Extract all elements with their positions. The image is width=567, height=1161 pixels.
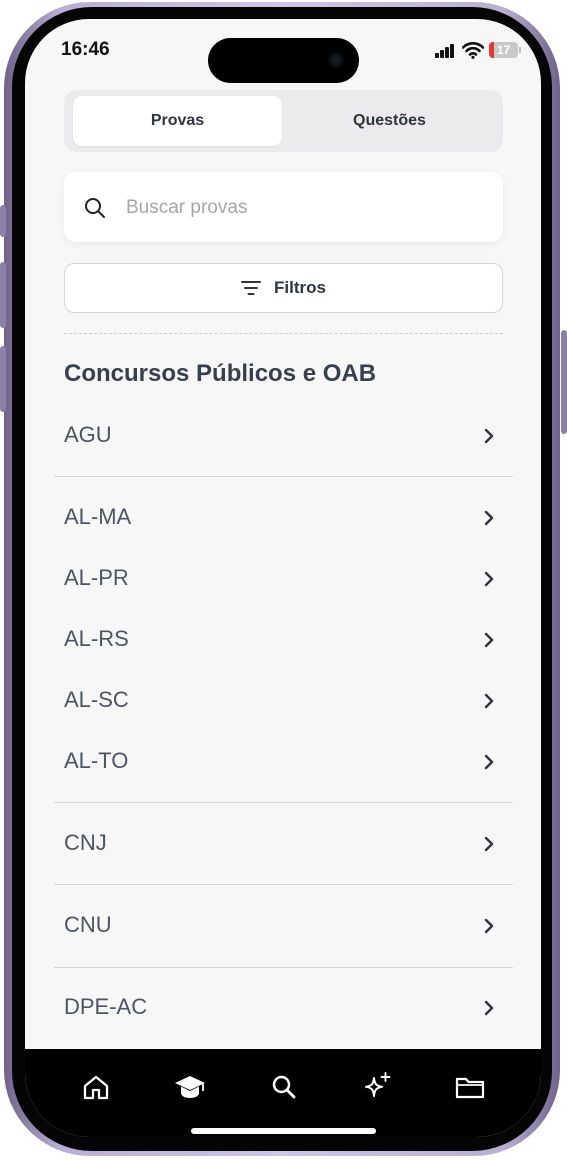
group-divider	[54, 476, 513, 477]
list-item[interactable]: AL-TO	[54, 732, 513, 792]
group-divider	[54, 802, 513, 803]
battery-icon: 17	[489, 42, 518, 58]
chevron-right-icon	[484, 836, 494, 852]
dynamic-island	[208, 38, 359, 83]
tab-search[interactable]	[262, 1067, 306, 1107]
tab-home[interactable]	[74, 1067, 118, 1107]
dashed-divider	[64, 333, 503, 334]
search-icon	[85, 198, 105, 218]
list-item-label: CNU	[64, 912, 112, 937]
list-item[interactable]: DPE-AC	[54, 978, 513, 1038]
chevron-right-icon	[484, 428, 494, 444]
sparkles-icon	[365, 1072, 391, 1097]
section-title: Concursos Públicos e OAB	[64, 360, 377, 387]
tab-questoes[interactable]: Questões	[285, 96, 494, 146]
tab-ai[interactable]	[355, 1067, 399, 1107]
list-item[interactable]: AGU	[54, 406, 513, 466]
search-input[interactable]	[124, 190, 488, 226]
tab-courses[interactable]	[168, 1067, 212, 1107]
power-button	[561, 330, 567, 434]
home-indicator	[191, 1128, 376, 1134]
home-icon	[83, 1075, 109, 1100]
list-item-label: AL-TO	[64, 748, 129, 773]
list-item[interactable]: CNU	[54, 896, 513, 956]
cellular-signal-icon	[435, 44, 455, 58]
list-item[interactable]: AL-RS	[54, 610, 513, 670]
tab-files[interactable]	[448, 1067, 492, 1107]
segmented-control: Provas Questões	[64, 90, 503, 152]
battery-level: 17	[496, 43, 511, 57]
chevron-right-icon	[484, 918, 494, 934]
bottom-tab-bar	[25, 1049, 541, 1137]
search-box[interactable]	[64, 172, 503, 242]
tab-provas[interactable]: Provas	[73, 96, 282, 146]
action-button	[0, 205, 6, 237]
folder-icon	[455, 1077, 485, 1099]
filters-label: Filtros	[274, 278, 326, 297]
filters-button[interactable]: Filtros	[64, 263, 503, 313]
graduation-cap-icon	[175, 1076, 205, 1098]
chevron-right-icon	[484, 693, 494, 709]
status-time: 16:46	[61, 39, 110, 60]
volume-down-button	[0, 346, 6, 412]
list-item-label: AGU	[64, 422, 112, 447]
chevron-right-icon	[484, 632, 494, 648]
list-item[interactable]: AL-SC	[54, 671, 513, 731]
filter-icon	[241, 281, 262, 295]
volume-up-button	[0, 262, 6, 328]
wifi-icon	[462, 42, 484, 59]
list-item[interactable]: AL-PR	[54, 549, 513, 609]
list-item-label: AL-RS	[64, 626, 129, 651]
list-item[interactable]: AL-MA	[54, 488, 513, 548]
list-item-label: AL-SC	[64, 687, 129, 712]
group-divider	[54, 884, 513, 885]
list-item[interactable]: CNJ	[54, 814, 513, 874]
group-divider	[54, 967, 513, 968]
search-icon	[272, 1075, 296, 1099]
list-item-label: CNJ	[64, 830, 107, 855]
battery-tip	[519, 47, 521, 53]
front-camera	[328, 52, 344, 68]
list-item-label: DPE-AC	[64, 994, 148, 1019]
chevron-right-icon	[484, 1000, 494, 1016]
chevron-right-icon	[484, 510, 494, 526]
chevron-right-icon	[484, 571, 494, 587]
list-item-label: AL-PR	[64, 565, 129, 590]
list-item-label: AL-MA	[64, 504, 132, 529]
chevron-right-icon	[484, 754, 494, 770]
screen: 16:46 17 Provas Questões Buscar provas F…	[25, 19, 541, 1137]
